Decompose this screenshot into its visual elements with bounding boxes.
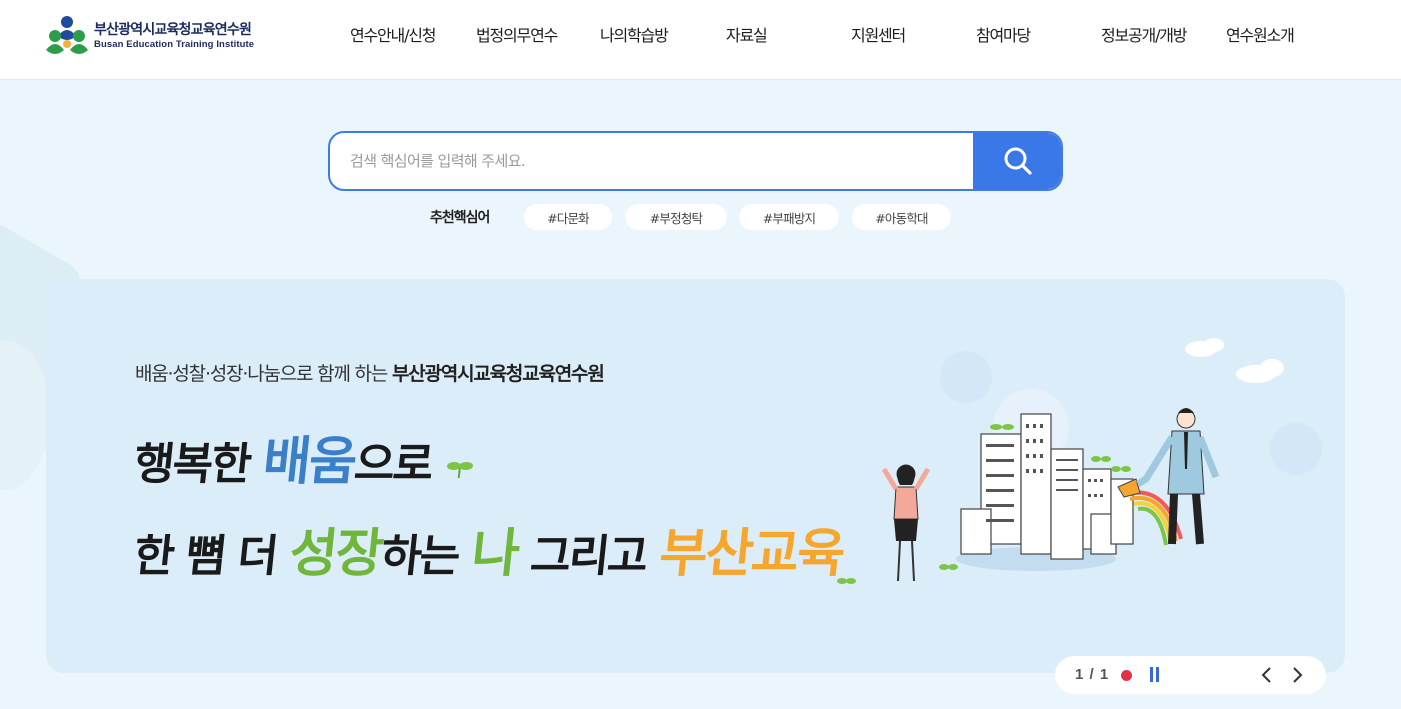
slide-counter: 1 / 1 xyxy=(1075,666,1110,683)
pause-icon xyxy=(1150,667,1153,682)
sprout-icon xyxy=(446,461,473,478)
headline-highlight-me: 나 xyxy=(468,523,521,584)
chevron-left-icon xyxy=(1261,667,1271,683)
banner-subtitle: 배움·성찰·성장·나눔으로 함께 하는 부산광역시교육청교육연수원 xyxy=(135,359,605,386)
logo-emblem-icon xyxy=(44,14,90,58)
banner-slider-controls: 1 / 1 xyxy=(1055,656,1326,694)
nav-item-resources[interactable]: 자료실 xyxy=(726,22,768,46)
headline-text: 한 뼘 더 xyxy=(131,531,279,582)
headline-highlight-learning: 배움 xyxy=(260,431,359,492)
banner-subtitle-institute: 부산광역시교육청교육연수원 xyxy=(391,363,605,385)
search-input[interactable] xyxy=(350,133,970,189)
nav-item-training-info[interactable]: 연수안내/신청 xyxy=(350,22,437,46)
headline-text: 으로 xyxy=(351,439,435,490)
banner-headline-line1: 행복한 배움으로 xyxy=(131,419,480,494)
site-logo[interactable]: 부산광역시교육청교육연수원 Busan Education Training I… xyxy=(44,14,254,58)
nav-item-mandatory-training[interactable]: 법정의무연수 xyxy=(476,22,558,46)
pause-button[interactable] xyxy=(1148,667,1162,683)
recommended-keywords-label: 추천핵심어 xyxy=(430,210,490,226)
search-icon xyxy=(1004,147,1032,175)
banner-subtitle-text: 배움·성찰·성장·나눔으로 함께 하는 xyxy=(135,363,388,385)
city-illustration xyxy=(837,338,1322,584)
pause-icon xyxy=(1156,667,1159,682)
keyword-chip-improper-solicitation[interactable]: #부정청탁 xyxy=(625,204,727,230)
nav-item-my-learning[interactable]: 나의학습방 xyxy=(600,22,669,46)
headline-text: 그리고 xyxy=(528,531,649,582)
prev-slide-button[interactable] xyxy=(1257,665,1277,685)
slide-indicator-dot[interactable] xyxy=(1121,670,1132,681)
headline-highlight-growth: 성장 xyxy=(286,523,385,584)
logo-title: 부산광역시교육청교육연수원 xyxy=(94,21,252,38)
keyword-chip-multicultural[interactable]: #다문화 xyxy=(524,204,612,230)
headline-highlight-busan-education: 부산교육 xyxy=(656,523,847,584)
banner-headline-line2: 한 뼘 더 성장하는 나 그리고 부산교육 xyxy=(131,511,848,586)
main-banner[interactable]: 배움·성찰·성장·나눔으로 함께 하는 부산광역시교육청교육연수원 행복한 배움… xyxy=(46,279,1345,673)
next-slide-button[interactable] xyxy=(1287,665,1307,685)
search-bar xyxy=(328,131,1063,191)
logo-subtitle: Busan Education Training Institute xyxy=(94,38,255,50)
headline-text: 하는 xyxy=(378,531,461,582)
headline-text: 행복한 xyxy=(131,439,253,490)
nav-item-support-center[interactable]: 지원센터 xyxy=(851,22,906,46)
keyword-chip-anti-corruption[interactable]: #부패방지 xyxy=(739,204,839,230)
nav-item-information-disclosure[interactable]: 정보공개/개방 xyxy=(1101,22,1188,46)
search-button[interactable] xyxy=(973,133,1061,189)
keyword-chip-child-abuse[interactable]: #아동학대 xyxy=(852,204,951,230)
nav-item-about[interactable]: 연수원소개 xyxy=(1226,22,1295,46)
chevron-right-icon xyxy=(1293,667,1303,683)
nav-item-participation[interactable]: 참여마당 xyxy=(976,22,1031,46)
site-header: 부산광역시교육청교육연수원 Busan Education Training I… xyxy=(0,0,1401,80)
